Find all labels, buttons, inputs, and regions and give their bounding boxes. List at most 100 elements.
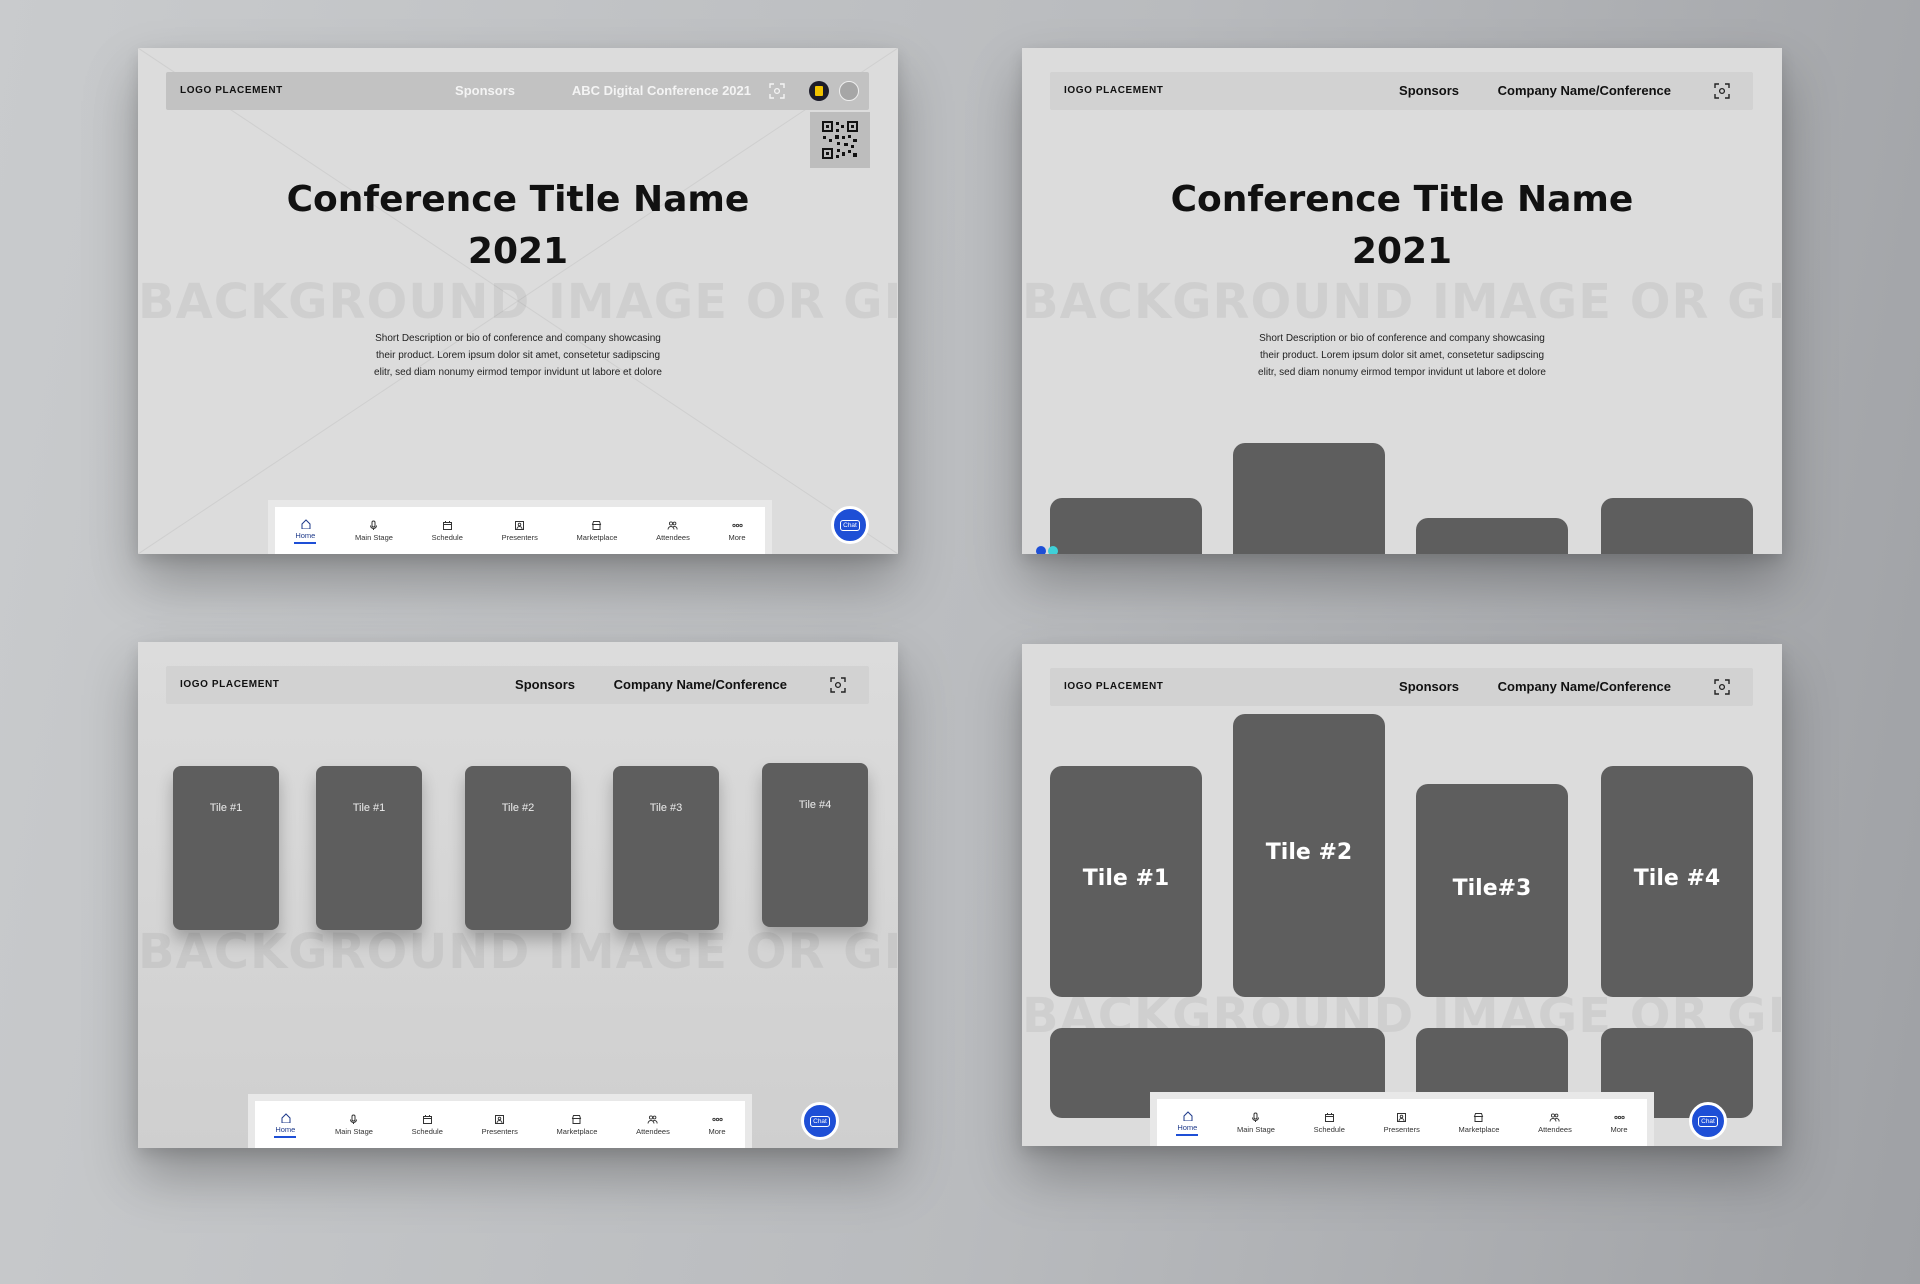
microphone-icon — [350, 1114, 358, 1124]
nav-item-schedule[interactable]: Schedule — [1314, 1112, 1345, 1134]
calendar-icon — [1324, 1112, 1334, 1122]
tile-card[interactable]: Tile #4 — [1601, 766, 1753, 997]
chat-button[interactable]: Chat — [1689, 1102, 1727, 1140]
top-header: IOGO PLACEMENT Sponsors Company Name/Con… — [1050, 668, 1753, 706]
nav-company-link[interactable]: ABC Digital Conference 2021 — [572, 83, 751, 98]
nav-company-link[interactable]: Company Name/Conference — [1498, 83, 1671, 98]
nav-item-schedule[interactable]: Schedule — [432, 520, 463, 542]
scan-icon[interactable] — [769, 83, 785, 99]
nav-item-more[interactable]: More — [729, 520, 746, 542]
tile-peek-4[interactable] — [1601, 498, 1753, 554]
nav-sponsors-link[interactable]: Sponsors — [515, 677, 575, 692]
nav-item-attendees[interactable]: Attendees — [636, 1114, 670, 1136]
nav-item-main-stage[interactable]: Main Stage — [355, 520, 393, 542]
calendar-icon — [442, 520, 452, 530]
nav-item-presenters[interactable]: Presenters — [482, 1114, 518, 1136]
background-placeholder-label: BACKGROUND IMAGE OR GIF — [138, 924, 898, 980]
user-avatar-icon[interactable] — [839, 81, 859, 101]
tile-card[interactable]: Tile #1 — [1050, 766, 1202, 997]
tile-peek-2[interactable] — [1233, 443, 1385, 554]
tile-card[interactable]: Tile #4 — [762, 763, 868, 927]
bottom-nav-bar: Home Main Stage Schedule Presenters Marketpl… — [255, 1101, 745, 1148]
nav-item-main-stage[interactable]: Main Stage — [1237, 1112, 1275, 1134]
top-header: LOGO PLACEMENT Sponsors ABC Digital Conf… — [166, 72, 869, 110]
nav-item-home[interactable]: Home — [294, 518, 316, 544]
nav-item-label: More — [1610, 1124, 1628, 1134]
tile-peek-3[interactable] — [1416, 518, 1568, 554]
chat-bubble-icon: Chat — [840, 519, 860, 531]
bottom-navigation: Home Main Stage Schedule Presenters Marketpl… — [1150, 1092, 1654, 1146]
tile-label: Tile #4 — [798, 799, 832, 811]
logo-placeholder[interactable]: IOGO PLACEMENT — [1064, 85, 1164, 96]
bottom-navigation: Home Main Stage Schedule Presenters Marketpl… — [268, 500, 772, 554]
chat-button[interactable]: Chat — [801, 1102, 839, 1140]
background-placeholder-label: BACKGROUND IMAGE OR GIF — [1022, 274, 1782, 330]
nav-sponsors-link[interactable]: Sponsors — [1399, 83, 1459, 98]
tile-card[interactable]: Tile #2 — [1233, 714, 1385, 997]
scan-icon[interactable] — [830, 677, 846, 693]
nav-item-label: Presenters — [501, 532, 538, 542]
tile-card[interactable]: Tile #1 — [316, 766, 422, 930]
tile-card[interactable]: Tile #1 — [173, 766, 279, 930]
tile-label: Tile #1 — [209, 802, 243, 814]
qr-code-icon — [822, 121, 858, 159]
nav-item-main-stage[interactable]: Main Stage — [335, 1114, 373, 1136]
tile-card[interactable]: Tile #3 — [613, 766, 719, 930]
people-icon — [1550, 1112, 1560, 1122]
chat-button[interactable]: Chat — [831, 506, 869, 544]
tile-card[interactable]: Tile #2 — [465, 766, 571, 930]
nav-item-home[interactable]: Home — [274, 1112, 296, 1138]
tile-label: Tile #3 — [649, 802, 683, 814]
screen-tiles-large: BACKGROUND IMAGE OR GIF IOGO PLACEMENT S… — [1022, 644, 1782, 1146]
nav-item-label: Presenters — [1383, 1124, 1420, 1134]
nav-item-presenters[interactable]: Presenters — [1384, 1112, 1420, 1134]
nav-sponsors-link[interactable]: Sponsors — [1399, 679, 1459, 694]
qr-code-panel[interactable] — [810, 112, 870, 168]
scan-icon[interactable] — [1714, 83, 1730, 99]
nav-item-label: Presenters — [481, 1126, 518, 1136]
conference-title: Conference Title Name 2021 — [1170, 179, 1634, 272]
logo-placeholder[interactable]: IOGO PLACEMENT — [180, 679, 280, 690]
store-icon — [592, 520, 602, 530]
presenter-icon — [495, 1114, 505, 1124]
nav-company-link[interactable]: Company Name/Conference — [614, 677, 787, 692]
nav-item-schedule[interactable]: Schedule — [412, 1114, 443, 1136]
screen-home-hero-tiles: BACKGROUND IMAGE OR GIF IOGO PLACEMENT S… — [1022, 48, 1782, 554]
tile-card[interactable]: Tile#3 — [1416, 784, 1568, 997]
nav-item-more[interactable]: More — [709, 1114, 726, 1136]
nav-item-label: Schedule — [431, 532, 463, 542]
nav-item-marketplace[interactable]: Marketplace — [557, 1114, 597, 1136]
nav-item-presenters[interactable]: Presenters — [502, 520, 538, 542]
nav-item-label: Home — [295, 530, 316, 540]
nav-item-label: Main Stage — [335, 1126, 373, 1136]
conference-description: Short Description or bio of conference a… — [1258, 333, 1546, 378]
nav-item-label: Schedule — [1313, 1124, 1345, 1134]
logo-placeholder[interactable]: IOGO PLACEMENT — [1064, 681, 1164, 692]
microphone-icon — [370, 520, 378, 530]
nav-item-label: Attendees — [636, 1126, 670, 1136]
people-icon — [648, 1114, 658, 1124]
nav-item-more[interactable]: More — [1611, 1112, 1628, 1134]
scan-icon[interactable] — [1714, 679, 1730, 695]
tile-peek-1[interactable] — [1050, 498, 1202, 554]
bottom-nav-bar: Home Main Stage Schedule Presenters Marketpl… — [275, 507, 765, 554]
nav-item-label: Attendees — [656, 532, 690, 542]
nav-item-marketplace[interactable]: Marketplace — [577, 520, 617, 542]
nav-item-home[interactable]: Home — [1176, 1110, 1198, 1136]
nav-item-attendees[interactable]: Attendees — [656, 520, 690, 542]
nav-sponsors-link[interactable]: Sponsors — [455, 83, 515, 98]
bookmark-user-icon[interactable] — [809, 81, 829, 101]
nav-item-label: Attendees — [1538, 1124, 1572, 1134]
logo-placeholder[interactable]: LOGO PLACEMENT — [180, 85, 283, 96]
home-icon — [301, 518, 311, 529]
nav-item-label: Main Stage — [1237, 1124, 1275, 1134]
tile-label: Tile #1 — [352, 802, 386, 814]
background-placeholder-label: BACKGROUND IMAGE OR GIF — [138, 274, 898, 330]
nav-company-link[interactable]: Company Name/Conference — [1498, 679, 1671, 694]
people-icon — [668, 520, 678, 530]
nav-item-attendees[interactable]: Attendees — [1538, 1112, 1572, 1134]
carousel-dots[interactable] — [1036, 546, 1060, 554]
nav-item-label: Main Stage — [355, 532, 393, 542]
nav-item-marketplace[interactable]: Marketplace — [1459, 1112, 1499, 1134]
presenter-icon — [1397, 1112, 1407, 1122]
